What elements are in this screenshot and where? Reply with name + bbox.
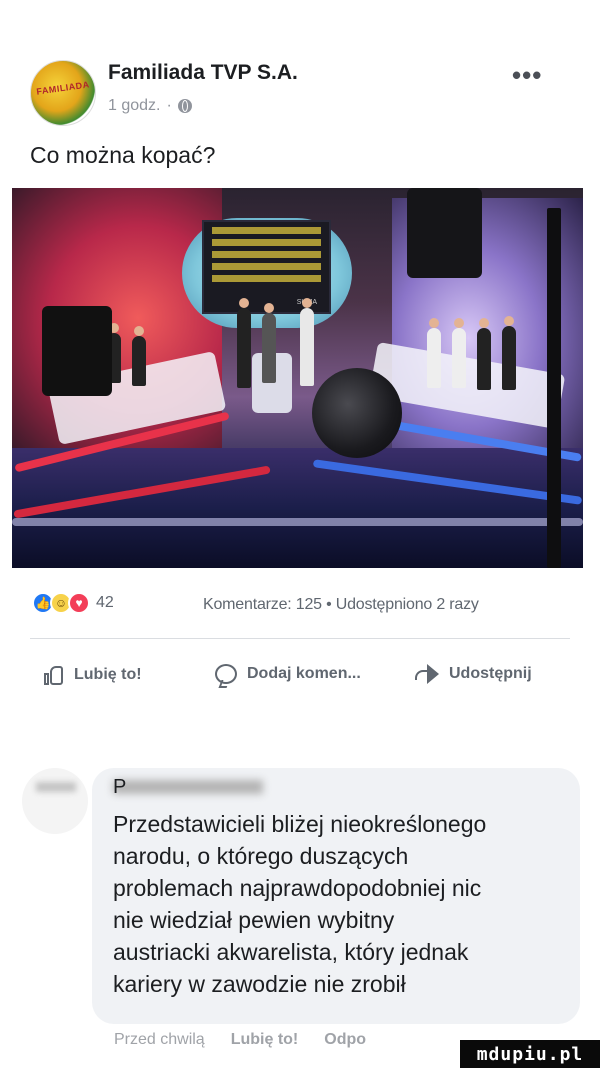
floor-stripe-white [12, 518, 583, 526]
post-meta: 1 godz. · [108, 97, 192, 115]
share-button-label: Udostępnij [449, 665, 532, 682]
board-row [212, 275, 321, 282]
like-button-label: Lubię to! [74, 666, 142, 683]
comment-button-label: Dodaj komen... [247, 665, 361, 682]
stage-light-center [312, 368, 402, 458]
studio-floor [12, 448, 583, 568]
contestant [132, 326, 146, 386]
contestant [502, 316, 516, 390]
board-row [212, 239, 321, 246]
share-button[interactable]: Udostępnij [415, 664, 532, 684]
divider [30, 638, 570, 639]
page-avatar[interactable]: FAMILIADA [30, 60, 96, 126]
like-button[interactable]: Lubię to! [44, 664, 142, 686]
thumbs-up-icon [44, 664, 64, 686]
contestant [300, 298, 314, 386]
more-options-button[interactable]: ••• [512, 60, 542, 91]
globe-icon [177, 99, 192, 113]
reactions-summary[interactable]: 👍 ☺ ♥ 42 [32, 592, 114, 614]
contestant [452, 318, 466, 388]
page-name[interactable]: Familiada TVP S.A. [108, 61, 298, 85]
post-stats[interactable]: Komentarze: 125 • Udostępniono 2 razy [203, 596, 479, 614]
comment-actions: Przed chwilą Lubię to! Odpo [114, 1031, 366, 1049]
post-time[interactable]: 1 godz. [108, 97, 160, 115]
comment-time[interactable]: Przed chwilą [114, 1031, 205, 1049]
comment-icon [215, 664, 237, 684]
reactions-count: 42 [96, 594, 114, 611]
commenter-avatar[interactable] [22, 768, 88, 834]
meta-separator: · [166, 97, 172, 114]
comment-author[interactable]: P [113, 776, 263, 798]
comment-reply-button[interactable]: Odpo [324, 1031, 366, 1049]
contestant [477, 318, 491, 390]
avatar-blur [36, 782, 76, 792]
author-name-blur [113, 780, 263, 794]
game-board-screen: SUMA [202, 220, 331, 314]
host [237, 298, 251, 388]
post-photo[interactable]: SUMA [12, 188, 583, 568]
rig-pole [547, 208, 561, 568]
post-text: Co można kopać? [30, 142, 216, 168]
stage-light-top [407, 188, 482, 278]
stage-light-left [42, 306, 112, 396]
board-row [212, 263, 321, 270]
contestant [427, 318, 441, 388]
board-row [212, 251, 321, 258]
author-initial: P [113, 776, 127, 798]
love-icon: ♥ [68, 592, 90, 614]
comment-text: Przedstawicieli bliżej nieokreślonego na… [113, 811, 487, 997]
share-icon [415, 664, 439, 684]
comment-button[interactable]: Dodaj komen... [215, 664, 361, 684]
contestant [262, 303, 276, 383]
board-row [212, 227, 321, 234]
watermark-logo: mdupiu.pl [460, 1040, 600, 1068]
avatar-logo-text: FAMILIADA [35, 79, 91, 97]
comment-like-button[interactable]: Lubię to! [231, 1031, 299, 1049]
